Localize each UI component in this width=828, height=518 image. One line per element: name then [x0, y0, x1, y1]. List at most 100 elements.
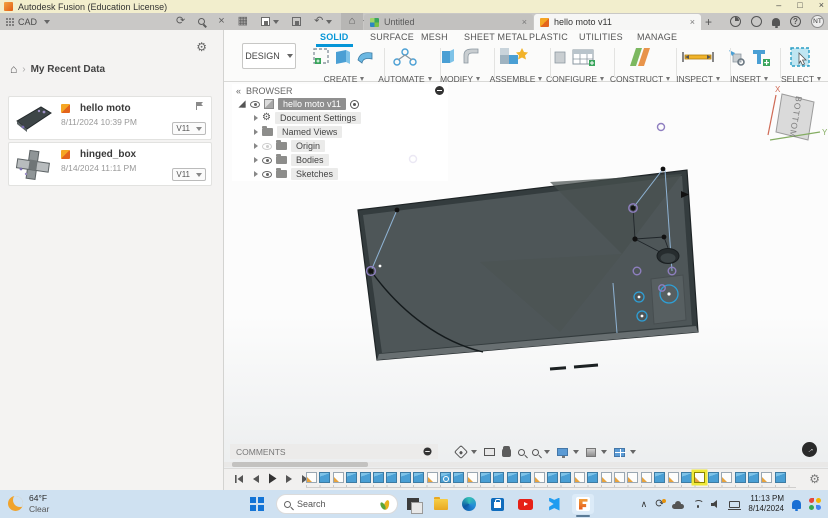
timeline-feature-extrude-6[interactable]	[373, 472, 384, 483]
timeline-feature-sketch-10[interactable]	[427, 472, 438, 483]
expand-icon[interactable]	[254, 171, 258, 177]
new-tab-button[interactable]: +	[705, 13, 712, 30]
timeline-scroll-track[interactable]	[224, 462, 828, 467]
taskbar-clock[interactable]: 11:13 PM 8/14/2024	[748, 494, 784, 515]
modify-group[interactable]: MODIFY	[434, 46, 486, 84]
viewport-canvas[interactable]: X Y BOTTOM « BROWSER hello moto v11 ⚙	[224, 82, 828, 468]
step-forward-button[interactable]	[285, 474, 293, 484]
help-icon[interactable]: ?	[790, 16, 801, 27]
visibility-eye-icon[interactable]	[262, 143, 272, 150]
timeline-feature-sketch-28[interactable]	[668, 472, 679, 483]
expand-icon[interactable]	[238, 100, 245, 107]
home-view-button[interactable]: ⌂	[341, 13, 363, 30]
expand-icon[interactable]	[254, 157, 258, 163]
node-label[interactable]: Origin	[291, 140, 325, 152]
volume-icon[interactable]	[711, 500, 721, 508]
timeline-feature-sketch-3[interactable]	[333, 472, 344, 483]
weather-widget[interactable]: 64°F Clear	[8, 493, 49, 514]
extensions-icon[interactable]	[751, 16, 762, 27]
close-doc-button[interactable]: ×	[218, 13, 224, 30]
timeline-feature-hole-11[interactable]	[440, 472, 451, 483]
browser-row-document-settings[interactable]: ⚙ Document Settings	[232, 111, 448, 125]
maximize-button[interactable]: □	[797, 0, 802, 10]
edge-button[interactable]	[460, 495, 478, 513]
taskbar-search[interactable]: Search	[276, 494, 398, 514]
comments-bar[interactable]: COMMENTS	[230, 444, 438, 459]
look-at-button[interactable]	[484, 448, 495, 456]
browser-root-row[interactable]: hello moto v11	[232, 97, 448, 111]
timeline-feature-extrude-16[interactable]	[507, 472, 518, 483]
tab-untitled[interactable]: Untitled ×	[364, 14, 533, 30]
node-label[interactable]: Bodies	[291, 154, 329, 166]
timeline-feature-extrude-8[interactable]	[400, 472, 411, 483]
timeline-feature-sketch-24[interactable]	[614, 472, 625, 483]
play-button[interactable]	[268, 473, 277, 484]
browser-row-sketches[interactable]: Sketches	[232, 167, 448, 181]
refresh-button[interactable]: ⟳	[176, 13, 185, 30]
timeline-scroll-thumb[interactable]	[232, 462, 368, 467]
expand-icon[interactable]	[254, 115, 258, 121]
construct-group[interactable]: CONSTRUCT	[608, 46, 672, 84]
wifi-icon[interactable]	[692, 500, 703, 508]
tab-untitled-close-icon[interactable]: ×	[522, 17, 527, 27]
panel-settings-gear-icon[interactable]: ⚙	[196, 40, 207, 54]
tab-mesh[interactable]: MESH	[421, 32, 448, 42]
timeline-feature-extrude-9[interactable]	[413, 472, 424, 483]
browser-options-icon[interactable]	[435, 86, 444, 95]
browser-row-bodies[interactable]: Bodies	[232, 153, 448, 167]
microsoft-store-button[interactable]	[488, 495, 506, 513]
timeline-feature-extrude-34[interactable]	[748, 472, 759, 483]
timeline-feature-sketch-35[interactable]	[761, 472, 772, 483]
timeline-feature-sketch-25[interactable]	[627, 472, 638, 483]
timeline-feature-extrude-27[interactable]	[654, 472, 665, 483]
home-icon[interactable]: ⌂	[10, 62, 17, 76]
timeline-feature-sketch-26[interactable]	[641, 472, 652, 483]
battery-laptop-icon[interactable]	[729, 501, 740, 508]
visibility-eye-icon[interactable]	[262, 171, 272, 178]
inspect-group[interactable]: INSPECT	[672, 46, 724, 84]
timeline-feature-extrude-20[interactable]	[560, 472, 571, 483]
timeline-feature-extrude-17[interactable]	[520, 472, 531, 483]
fit-button[interactable]	[532, 449, 550, 456]
cloud-icon[interactable]	[672, 504, 684, 509]
viewports-button[interactable]	[614, 448, 636, 457]
assemble-group[interactable]: ASSEMBLE	[488, 46, 544, 84]
node-label[interactable]: Sketches	[291, 168, 338, 180]
browser-collapse-icon[interactable]: «	[236, 86, 241, 96]
root-node-label[interactable]: hello moto v11	[278, 98, 346, 110]
recent-file-hello-moto[interactable]: hello moto 8/11/2024 10:39 PM V11	[8, 96, 212, 140]
minimize-button[interactable]: –	[776, 0, 781, 10]
timeline-feature-extrude-4[interactable]	[346, 472, 357, 483]
zoom-button[interactable]	[518, 449, 525, 456]
activate-radio-icon[interactable]	[350, 100, 359, 109]
notifications-bell-icon[interactable]	[772, 18, 780, 26]
file-explorer-button[interactable]	[432, 495, 450, 513]
visibility-eye-icon[interactable]	[250, 101, 260, 108]
vscode-button[interactable]	[544, 495, 562, 513]
tab-manage[interactable]: MANAGE	[637, 32, 677, 42]
timeline-feature-extrude-31[interactable]	[708, 472, 719, 483]
search-icon[interactable]	[198, 18, 205, 25]
expand-icon[interactable]	[254, 129, 258, 135]
undo-button[interactable]: ↶	[314, 13, 332, 30]
timeline-feature-extrude-12[interactable]	[453, 472, 464, 483]
expand-icon[interactable]	[254, 143, 258, 149]
timeline-feature-sketch-23[interactable]	[601, 472, 612, 483]
timeline-feature-sketch-1[interactable]	[306, 472, 317, 483]
tab-sheet-metal[interactable]: SHEET METAL	[464, 32, 528, 42]
tray-overflow-button[interactable]: ∧	[641, 499, 648, 510]
step-back-button[interactable]	[252, 474, 260, 484]
task-view-button[interactable]	[404, 495, 422, 513]
notifications-bell-icon[interactable]	[792, 500, 801, 509]
grid-snaps-button[interactable]	[586, 448, 607, 457]
timeline-feature-extrude-29[interactable]	[681, 472, 692, 483]
timeline-feature-sketch-30[interactable]	[694, 472, 705, 483]
create-group[interactable]: CREATE	[308, 46, 380, 84]
timeline-settings-gear-icon[interactable]: ⚙	[809, 472, 820, 486]
visibility-eye-icon[interactable]	[262, 157, 272, 164]
tab-hello-moto[interactable]: hello moto v11 ×	[534, 14, 701, 30]
close-button[interactable]: ×	[819, 0, 824, 10]
timeline-feature-extrude-22[interactable]	[587, 472, 598, 483]
pan-button[interactable]	[502, 448, 511, 457]
orbit-button[interactable]	[456, 447, 477, 457]
